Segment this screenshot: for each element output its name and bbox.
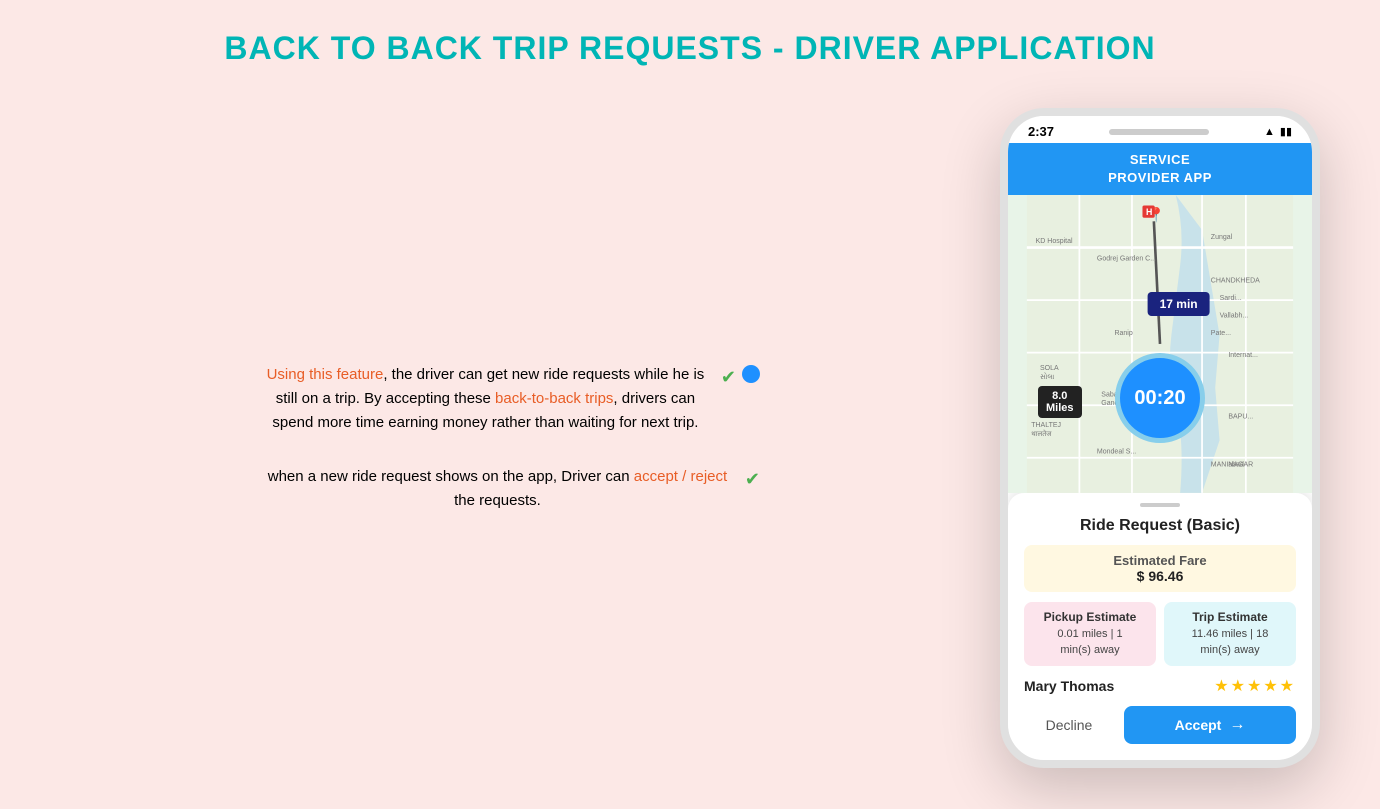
trip-estimate-label: Trip Estimate [1172,610,1288,624]
check-icon-1: ✔ [721,367,736,388]
status-time: 2:37 [1028,124,1054,139]
status-bar: 2:37 ▲ ▮▮ [1008,116,1312,143]
distance-unit: Miles [1046,402,1074,414]
svg-text:Sardi...: Sardi... [1220,295,1242,302]
svg-text:CHANDKHEDA: CHANDKHEDA [1211,278,1260,285]
sheet-handle [1140,503,1180,507]
svg-text:Ranip: Ranip [1114,331,1132,338]
svg-text:Vallabh...: Vallabh... [1220,313,1249,320]
app-header: SERVICE PROVIDER APP [1008,143,1312,195]
phone-frame: 2:37 ▲ ▮▮ SERVICE PROVIDER APP [1000,108,1320,768]
action-row: Decline Accept → [1024,706,1296,744]
distance-value: 8.0 [1046,390,1074,402]
estimated-fare-box: Estimated Fare $ 96.46 [1024,545,1296,592]
svg-text:Pate...: Pate... [1211,331,1231,338]
svg-text:BAPU...: BAPU... [1228,414,1253,421]
trip-estimate-value: 11.46 miles | 18min(s) away [1172,627,1288,658]
svg-text:Godrej Garden C...: Godrej Garden C... [1097,256,1156,263]
pickup-estimate-label: Pickup Estimate [1032,610,1148,624]
svg-text:Zungal: Zungal [1211,234,1233,241]
content-area: Using this feature, the driver can get n… [0,67,1380,809]
svg-text:Internat...: Internat... [1228,352,1258,359]
phone-mockup: 2:37 ▲ ▮▮ SERVICE PROVIDER APP [1000,108,1320,768]
map-area: 📍 KD Hospital Godrej Garden C... Zungal … [1008,195,1312,493]
text-block-1-content: Using this feature, the driver can get n… [260,363,711,435]
text-block-1: Using this feature, the driver can get n… [260,363,760,435]
map-svg: 📍 KD Hospital Godrej Garden C... Zungal … [1008,195,1312,493]
svg-text:THALTEJ: THALTEJ [1031,423,1061,430]
check-icon-2: ✔ [745,469,760,490]
accept-button[interactable]: Accept → [1124,706,1296,744]
svg-text:थालतेज: थालतेज [1031,429,1052,438]
accept-label: Accept [1175,717,1222,733]
status-icons: ▲ ▮▮ [1264,125,1292,138]
svg-text:Mondeal S...: Mondeal S... [1097,449,1136,456]
distance-badge: 8.0 Miles [1038,386,1082,418]
timer-text: 00:20 [1134,387,1185,410]
svg-text:સોલા: સોલા [1040,372,1055,381]
user-name: Mary Thomas [1024,678,1114,694]
pickup-estimate-value: 0.01 miles | 1min(s) away [1032,627,1148,658]
text-block-2: when a new ride request shows on the app… [260,465,760,513]
ride-request-title: Ride Request (Basic) [1024,517,1296,535]
user-row: Mary Thomas ★★★★★ [1024,676,1296,696]
time-badge: 17 min [1148,292,1210,316]
timer-circle: 00:20 [1115,353,1205,443]
svg-text:abad: abad [1228,462,1244,469]
decline-button[interactable]: Decline [1024,707,1114,743]
text-block-2-content: when a new ride request shows on the app… [260,465,735,513]
bottom-sheet: Ride Request (Basic) Estimated Fare $ 96… [1008,493,1312,760]
svg-text:KD Hospital: KD Hospital [1036,239,1073,246]
page-title: BACK TO BACK TRIP REQUESTS - DRIVER APPL… [224,30,1155,67]
app-header-title: SERVICE PROVIDER APP [1008,151,1312,187]
estimates-row: Pickup Estimate 0.01 miles | 1min(s) awa… [1024,602,1296,666]
battery-icon: ▮▮ [1280,125,1292,138]
wifi-icon: ▲ [1264,126,1275,138]
connector-dot-1 [742,365,760,383]
left-panel: Using this feature, the driver can get n… [60,363,1000,513]
pickup-estimate-box: Pickup Estimate 0.01 miles | 1min(s) awa… [1024,602,1156,666]
svg-text:SOLA: SOLA [1040,366,1059,373]
trip-estimate-box: Trip Estimate 11.46 miles | 18min(s) awa… [1164,602,1296,666]
phone-notch [1109,129,1209,135]
estimated-fare-label: Estimated Fare [1032,553,1288,568]
user-stars: ★★★★★ [1214,676,1296,696]
arrow-right-icon: → [1229,716,1245,734]
estimated-fare-value: $ 96.46 [1032,568,1288,584]
svg-text:H: H [1146,208,1152,218]
